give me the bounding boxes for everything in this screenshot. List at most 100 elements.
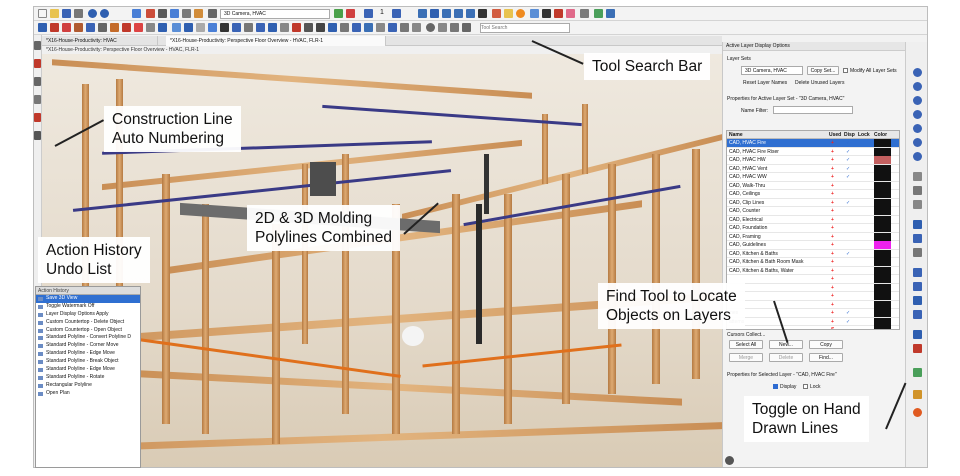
layer-color-swatch[interactable] bbox=[874, 300, 891, 309]
elevation-icon[interactable] bbox=[194, 9, 203, 18]
zoom-out-icon[interactable] bbox=[913, 82, 922, 91]
layer-color-swatch[interactable] bbox=[874, 266, 891, 275]
col-disp[interactable]: Disp bbox=[844, 131, 855, 139]
layer-color-swatch[interactable] bbox=[874, 249, 891, 258]
move-icon[interactable] bbox=[220, 23, 229, 32]
node-icon[interactable] bbox=[388, 23, 397, 32]
snap-icon[interactable] bbox=[913, 268, 922, 277]
draw-arc-icon[interactable] bbox=[34, 59, 41, 68]
dimension-icon[interactable] bbox=[466, 9, 475, 18]
home-icon[interactable] bbox=[418, 9, 427, 18]
history-item[interactable]: Standard Polyline - Break Object bbox=[36, 358, 140, 366]
layer-row[interactable]: CAD, Foundation + bbox=[727, 224, 899, 233]
view-mode-icon[interactable] bbox=[913, 200, 922, 209]
lock-checkbox[interactable]: Lock bbox=[803, 384, 821, 390]
layer-row[interactable]: CAD, Kitchen & Bath Room Mask + bbox=[727, 258, 899, 267]
layer-row[interactable]: CAD, Ceilings + bbox=[727, 190, 899, 199]
layer-color-swatch[interactable] bbox=[874, 258, 891, 266]
layer-display-toggle[interactable]: ✓ bbox=[846, 250, 850, 258]
screen-icon[interactable] bbox=[594, 9, 603, 18]
layer-color-swatch[interactable] bbox=[874, 147, 891, 156]
layer-row[interactable]: CAD, Kitchen & Baths + ✓ bbox=[727, 249, 899, 258]
print-icon[interactable] bbox=[74, 9, 83, 18]
col-lock[interactable]: Lock bbox=[858, 131, 870, 139]
camera-select[interactable]: 3D Camera, HVAC bbox=[220, 9, 330, 19]
polyline-icon[interactable] bbox=[376, 23, 385, 32]
layer-color-swatch[interactable] bbox=[874, 309, 891, 317]
history-item[interactable]: Rectangular Polyline bbox=[36, 382, 140, 390]
watermark-icon[interactable] bbox=[913, 408, 922, 417]
history-item[interactable]: Layer Display Options Apply bbox=[36, 311, 140, 319]
arc-icon[interactable] bbox=[462, 23, 471, 32]
delete-unused-link[interactable]: Delete Unused Layers bbox=[795, 80, 844, 86]
layer-color-swatch[interactable] bbox=[874, 164, 891, 173]
history-item[interactable]: Open Plan bbox=[36, 390, 140, 398]
zoom-in-icon[interactable] bbox=[913, 68, 922, 77]
gear-icon[interactable] bbox=[725, 456, 734, 465]
layer-color-swatch[interactable] bbox=[874, 317, 891, 326]
text-icon[interactable] bbox=[146, 23, 155, 32]
layer-row[interactable]: CAD, HVAC Vent + ✓ bbox=[727, 164, 899, 173]
point-tool-icon[interactable] bbox=[34, 95, 41, 104]
layer-row[interactable]: + bbox=[727, 275, 899, 284]
tape-icon[interactable] bbox=[346, 9, 355, 18]
eraser-icon[interactable] bbox=[566, 9, 575, 18]
polygon-icon[interactable] bbox=[450, 23, 459, 32]
history-item[interactable]: Standard Polyline - Edge Move bbox=[36, 350, 140, 358]
point-icon[interactable] bbox=[292, 23, 301, 32]
history-item[interactable]: Save 3D View bbox=[36, 295, 140, 303]
layer-color-swatch[interactable] bbox=[874, 207, 891, 215]
modify-all-box[interactable] bbox=[843, 68, 848, 74]
grid-icon[interactable] bbox=[580, 9, 589, 18]
reshape-icon[interactable] bbox=[364, 23, 373, 32]
layer-color-swatch[interactable] bbox=[874, 283, 891, 292]
sun-icon[interactable] bbox=[516, 9, 525, 18]
layer-row[interactable]: CAD, Clip Lines + ✓ bbox=[727, 198, 899, 207]
layer-row[interactable]: CAD, Walk-Thru + bbox=[727, 181, 899, 190]
construction-line-icon[interactable] bbox=[34, 113, 41, 122]
cad-icon[interactable] bbox=[158, 23, 167, 32]
window-icon[interactable] bbox=[430, 9, 439, 18]
layer-color-swatch[interactable] bbox=[874, 215, 891, 224]
display-box[interactable] bbox=[773, 384, 778, 390]
chevron-down-icon[interactable] bbox=[364, 9, 373, 18]
text-tool-icon[interactable] bbox=[316, 23, 325, 32]
layer-row[interactable]: CAD, Guidelines + bbox=[727, 241, 899, 250]
camera-icon[interactable] bbox=[158, 9, 167, 18]
x-icon[interactable] bbox=[913, 344, 922, 353]
arrange-icon[interactable] bbox=[913, 330, 922, 339]
layer-row[interactable]: CAD, Kitchen & Baths, Water + bbox=[727, 266, 899, 275]
layer-color-swatch[interactable] bbox=[874, 326, 891, 329]
orbit-icon[interactable] bbox=[913, 138, 922, 147]
rotate-icon[interactable] bbox=[268, 23, 277, 32]
history-item[interactable]: Standard Polyline - Corner Move bbox=[36, 342, 140, 350]
layer-color-swatch[interactable] bbox=[874, 224, 891, 232]
plan-icon[interactable] bbox=[146, 9, 155, 18]
modify-all-checkbox[interactable]: Modify All Layer Sets bbox=[843, 68, 897, 74]
render-icon[interactable] bbox=[182, 9, 191, 18]
select-icon[interactable] bbox=[38, 23, 47, 32]
tab-perspective[interactable]: *X16-House-Productivity: Perspective Flo… bbox=[166, 36, 386, 46]
corner-icon[interactable] bbox=[244, 23, 253, 32]
monitor-icon[interactable] bbox=[606, 9, 615, 18]
ruler-icon[interactable] bbox=[184, 23, 193, 32]
history-item[interactable]: Standard Polyline - Rotate bbox=[36, 374, 140, 382]
copy-set-button[interactable]: Copy Set... bbox=[807, 66, 839, 75]
stair-icon[interactable] bbox=[86, 23, 95, 32]
light-icon[interactable] bbox=[504, 9, 513, 18]
spline-icon[interactable] bbox=[280, 23, 289, 32]
layer-display-toggle[interactable]: ✓ bbox=[846, 156, 850, 164]
wall-icon[interactable] bbox=[454, 9, 463, 18]
circle-icon[interactable] bbox=[426, 23, 435, 32]
merge-button[interactable]: Merge bbox=[729, 353, 763, 362]
layer-icon[interactable] bbox=[334, 9, 343, 18]
layer-row[interactable]: atterns+✓ bbox=[727, 317, 899, 326]
layer-row[interactable]: CAD, Counter + bbox=[727, 207, 899, 216]
library-icon[interactable] bbox=[172, 23, 181, 32]
help-icon[interactable] bbox=[132, 9, 141, 18]
layer-display-toggle[interactable]: ✓ bbox=[846, 199, 850, 207]
mirror-icon[interactable] bbox=[256, 23, 265, 32]
layer-display-toggle[interactable]: ✓ bbox=[846, 173, 850, 181]
scale-icon[interactable] bbox=[328, 23, 337, 32]
layer-row[interactable]: + bbox=[727, 292, 899, 301]
